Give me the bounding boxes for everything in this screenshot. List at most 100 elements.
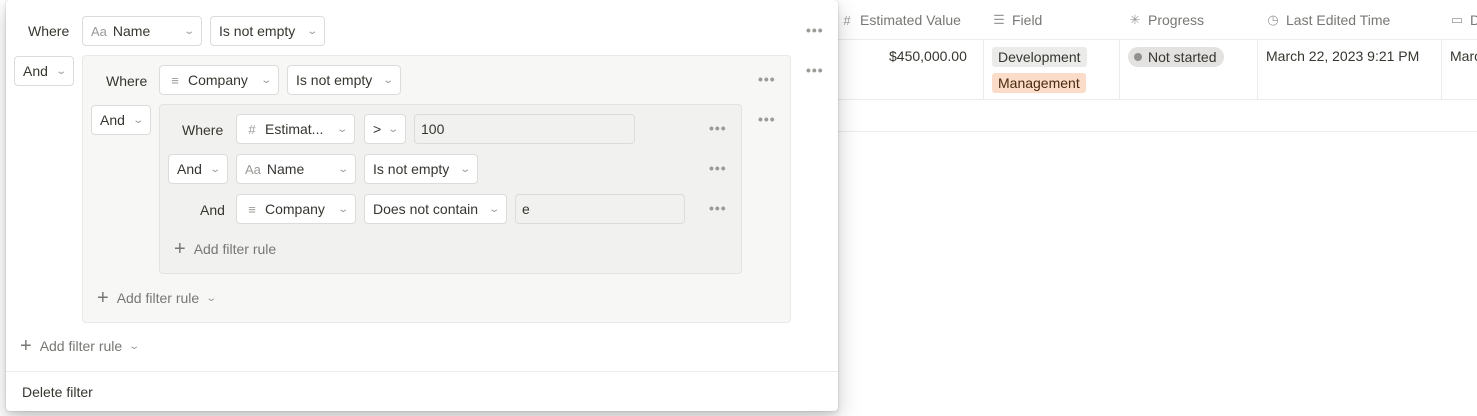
number-icon: # [248, 121, 256, 137]
more-options-icon[interactable]: ••• [709, 120, 727, 136]
chevron-down-icon: ⌄ [386, 123, 399, 135]
operator-select[interactable]: Is not empty ⌄ [287, 65, 401, 95]
chevron-down-icon: ⌄ [205, 292, 218, 304]
property-select-name[interactable]: Aa Name ⌄ [82, 16, 202, 46]
operator-select[interactable]: Is not empty ⌄ [364, 154, 478, 184]
more-options-icon[interactable]: ••• [709, 200, 727, 216]
delete-filter-button[interactable]: Delete filter [22, 384, 93, 400]
operator-select[interactable]: > ⌄ [364, 114, 406, 144]
last-edited-cell[interactable]: March 22, 2023 9:21 PM [1266, 48, 1419, 64]
add-filter-rule-label: Add filter rule [193, 241, 277, 257]
status-dot-icon [1134, 53, 1142, 61]
footer-divider [6, 371, 838, 372]
operator-label: Is not empty [219, 23, 296, 39]
column-label: Estimated Value [860, 12, 961, 28]
conjunction-label: And [177, 161, 202, 177]
and-label: And [200, 202, 225, 218]
status-label: Not started [1148, 49, 1217, 65]
more-options-icon[interactable]: ••• [758, 71, 776, 87]
chevron-down-icon: ⌄ [128, 340, 141, 352]
more-options-icon[interactable]: ••• [806, 22, 824, 38]
plus-icon: + [20, 335, 32, 357]
column-label: Last Edited Time [1286, 12, 1391, 28]
add-filter-rule-label: Add filter rule [39, 338, 123, 354]
conjunction-select[interactable]: And ⌄ [168, 154, 228, 184]
more-options-icon[interactable]: ••• [758, 111, 776, 127]
column-divider [1257, 39, 1258, 99]
conjunction-label: And [100, 112, 125, 128]
property-select-company[interactable]: ≡ Company ⌄ [236, 194, 356, 224]
property-label: Company [188, 72, 248, 88]
add-filter-rule-button[interactable]: + Add filter rule [174, 239, 276, 259]
where-label: Where [106, 73, 148, 89]
number-icon: # [843, 12, 851, 28]
conjunction-label: And [23, 63, 48, 79]
plus-icon: + [174, 238, 186, 260]
column-divider [1119, 39, 1120, 99]
filter-value-input[interactable]: 100 [414, 114, 635, 144]
chevron-down-icon: ⌄ [54, 65, 67, 77]
row-divider [838, 131, 1477, 132]
chevron-down-icon: ⌄ [259, 74, 272, 86]
column-header-date[interactable]: ▭ D [1450, 0, 1477, 40]
column-label: D [1470, 12, 1477, 28]
chevron-down-icon: ⌄ [208, 163, 221, 175]
add-filter-rule-button[interactable]: + Add filter rule ⌄ [97, 287, 218, 309]
advanced-filter-popup: Where Aa Name ⌄ Is not empty ⌄ ••• And ⌄… [6, 0, 838, 411]
property-select-name[interactable]: Aa Name ⌄ [236, 154, 356, 184]
add-filter-rule-button[interactable]: + Add filter rule ⌄ [20, 335, 141, 357]
row-divider [838, 99, 1477, 100]
plus-icon: + [97, 287, 109, 309]
status-icon: ✳ [1129, 12, 1141, 27]
text-property-icon: Aa [245, 161, 261, 177]
column-header-estimated-value[interactable]: # Estimated Value [840, 0, 961, 40]
chevron-down-icon: ⌄ [458, 163, 471, 175]
column-header-field[interactable]: ☰ Field [992, 0, 1042, 40]
operator-label: > [373, 121, 382, 137]
column-label: Progress [1148, 12, 1205, 28]
more-options-icon[interactable]: ••• [709, 160, 727, 176]
text-lines-icon: ≡ [248, 201, 256, 217]
date-icon: ▭ [1450, 12, 1464, 27]
operator-select[interactable]: Is not empty ⌄ [210, 16, 325, 46]
column-header-last-edited-time[interactable]: ◷ Last Edited Time [1266, 0, 1390, 40]
operator-label: Is not empty [373, 161, 450, 177]
chevron-down-icon: ⌄ [336, 163, 349, 175]
property-select-company[interactable]: ≡ Company ⌄ [159, 65, 279, 95]
property-label: Estimat... [265, 121, 324, 137]
column-divider [1441, 39, 1442, 99]
chevron-down-icon: ⌄ [335, 123, 348, 135]
where-label: Where [182, 122, 224, 138]
header-divider [838, 39, 1477, 40]
chevron-down-icon: ⌄ [305, 25, 318, 37]
filter-subgroup: Where # Estimat... ⌄ > ⌄ 100 ••• And ⌄ A… [159, 104, 742, 274]
where-label: Where [28, 23, 70, 39]
text-lines-icon: ≡ [171, 72, 179, 88]
property-select-estimated-value[interactable]: # Estimat... ⌄ [236, 114, 355, 144]
column-divider [983, 39, 984, 99]
group-conjunction-select[interactable]: And ⌄ [14, 56, 74, 86]
chevron-down-icon: ⌄ [182, 25, 195, 37]
chevron-down-icon: ⌄ [381, 74, 394, 86]
field-tag-development[interactable]: Development [992, 47, 1087, 67]
estimated-value-cell[interactable]: $450,000.00 [889, 48, 967, 64]
text-property-icon: Aa [91, 23, 107, 39]
filter-group: Where ≡ Company ⌄ Is not empty ⌄ ••• And… [82, 55, 791, 323]
subgroup-conjunction-select[interactable]: And ⌄ [91, 105, 151, 135]
operator-select[interactable]: Does not contain ⌄ [364, 194, 507, 224]
chevron-down-icon: ⌄ [336, 203, 349, 215]
filter-value-input[interactable]: e [515, 194, 685, 224]
property-label: Name [266, 161, 305, 177]
date-cell[interactable]: Marc [1450, 48, 1477, 64]
multi-select-icon: ☰ [993, 12, 1005, 27]
column-header-progress[interactable]: ✳ Progress [1128, 0, 1204, 40]
field-tag-management[interactable]: Management [992, 73, 1086, 93]
more-options-icon[interactable]: ••• [806, 62, 824, 78]
progress-status-badge[interactable]: Not started [1128, 47, 1225, 67]
operator-label: Does not contain [373, 201, 479, 217]
chevron-down-icon: ⌄ [487, 203, 500, 215]
chevron-down-icon: ⌄ [131, 114, 144, 126]
property-label: Name [112, 23, 151, 39]
column-label: Field [1012, 12, 1043, 28]
operator-label: Is not empty [296, 72, 373, 88]
